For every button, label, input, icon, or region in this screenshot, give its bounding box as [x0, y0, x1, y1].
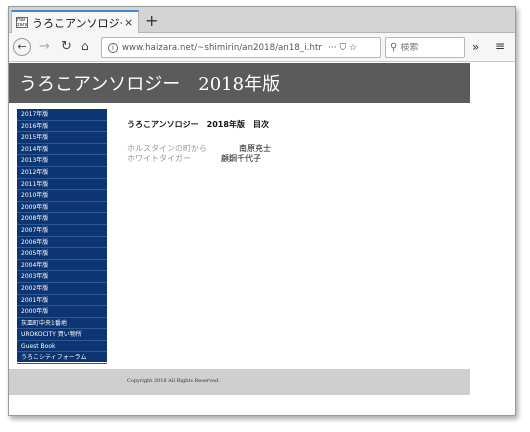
sidebar-item[interactable]: 2002年版 — [17, 283, 107, 295]
url-text[interactable]: www.haizara.net/~shimirin/an2018/an18_i.… — [122, 43, 322, 53]
tab-strip: Hai zara うろこアンソロジー 2( × + — [9, 7, 515, 33]
sidebar-item[interactable]: うろこシティフォーラム — [17, 352, 107, 365]
search-box[interactable]: ⚲ — [385, 37, 465, 58]
toc-link[interactable]: ホルスタインの町から — [127, 144, 239, 154]
sidebar-item[interactable]: 2009年版 — [17, 202, 107, 214]
sidebar-item[interactable]: 2006年版 — [17, 237, 107, 249]
browser-window: Hai zara うろこアンソロジー 2( × + ← → ↻ ⌂ i www.… — [8, 6, 516, 416]
new-tab-button[interactable]: + — [145, 11, 158, 30]
search-icon: ⚲ — [390, 42, 398, 53]
sidebar-item[interactable]: 2016年版 — [17, 121, 107, 133]
sidebar-item[interactable]: 2017年版 — [17, 109, 107, 121]
toc-row: ホルスタインの町から 南原充士 — [127, 144, 271, 154]
navigation-toolbar: ← → ↻ ⌂ i www.haizara.net/~shimirin/an20… — [9, 33, 515, 62]
toc-link[interactable]: ホワイトタイガー — [127, 154, 221, 164]
back-button[interactable]: ← — [13, 38, 31, 56]
sidebar-item[interactable]: 2001年版 — [17, 295, 107, 307]
forward-button[interactable]: → — [39, 39, 50, 54]
tab-active[interactable]: Hai zara うろこアンソロジー 2( × — [11, 10, 139, 33]
main-content: うろこアンソロジー 2018年版 目次 ホルスタインの町から 南原充士 ホワイトタイ… — [127, 119, 271, 164]
sidebar-item[interactable]: 2013年版 — [17, 155, 107, 167]
copyright-text: Copyright 2018 All Rights Reserved. — [127, 378, 220, 384]
sidebar-item[interactable]: 2003年版 — [17, 271, 107, 283]
sidebar-item[interactable]: 2004年版 — [17, 260, 107, 272]
home-button[interactable]: ⌂ — [81, 39, 89, 53]
sidebar-item[interactable]: 2014年版 — [17, 144, 107, 156]
site-header: うろこアンソロジー 2018年版 — [9, 63, 470, 103]
sidebar-item[interactable]: 灰皿町中央1番地 — [17, 318, 107, 330]
tab-title: うろこアンソロジー 2( — [32, 16, 122, 30]
sidebar-item[interactable]: 2000年版 — [17, 306, 107, 318]
sidebar-item[interactable]: 2011年版 — [17, 179, 107, 191]
site-favicon-icon: Hai zara — [16, 17, 28, 28]
overflow-chevron-icon[interactable]: » — [472, 40, 479, 54]
sidebar-item[interactable]: 2015年版 — [17, 132, 107, 144]
page-viewport: うろこアンソロジー 2018年版 2017年版 2016年版 2015年版 2014年… — [9, 63, 470, 415]
sidebar-item[interactable]: 2007年版 — [17, 225, 107, 237]
sidebar-item[interactable]: 2005年版 — [17, 248, 107, 260]
page-actions-icon[interactable]: ··· ⛉ ☆ — [328, 43, 357, 53]
toc-row: ホワイトタイガー 顧鋼千代子 — [127, 154, 271, 164]
hamburger-menu-icon[interactable]: ≡ — [495, 39, 505, 53]
sidebar-item[interactable]: 2012年版 — [17, 167, 107, 179]
search-input[interactable] — [400, 42, 461, 53]
site-footer: Copyright 2018 All Rights Reserved. — [9, 369, 470, 395]
sidebar-item[interactable]: UROKOCITY 買い物所 — [17, 329, 107, 341]
reload-button[interactable]: ↻ — [61, 39, 72, 54]
address-bar[interactable]: i www.haizara.net/~shimirin/an2018/an18_… — [101, 37, 381, 58]
sidebar-item[interactable]: Guest Book — [17, 341, 107, 353]
site-title: うろこアンソロジー 2018年版 — [19, 74, 281, 95]
toc-author: 南原充士 — [239, 144, 271, 153]
page-margin — [470, 63, 515, 415]
sidebar-item[interactable]: 2010年版 — [17, 190, 107, 202]
page-title: うろこアンソロジー 2018年版 目次 — [127, 120, 269, 129]
sidebar-item[interactable]: 2008年版 — [17, 213, 107, 225]
close-tab-icon[interactable]: × — [124, 16, 133, 29]
info-icon[interactable]: i — [108, 42, 118, 53]
table-of-contents: ホルスタインの町から 南原充士 ホワイトタイガー 顧鋼千代子 — [127, 144, 271, 164]
toc-author: 顧鋼千代子 — [221, 154, 261, 163]
sidebar-nav: 2017年版 2016年版 2015年版 2014年版 2013年版 2012年版 2011… — [17, 109, 107, 365]
